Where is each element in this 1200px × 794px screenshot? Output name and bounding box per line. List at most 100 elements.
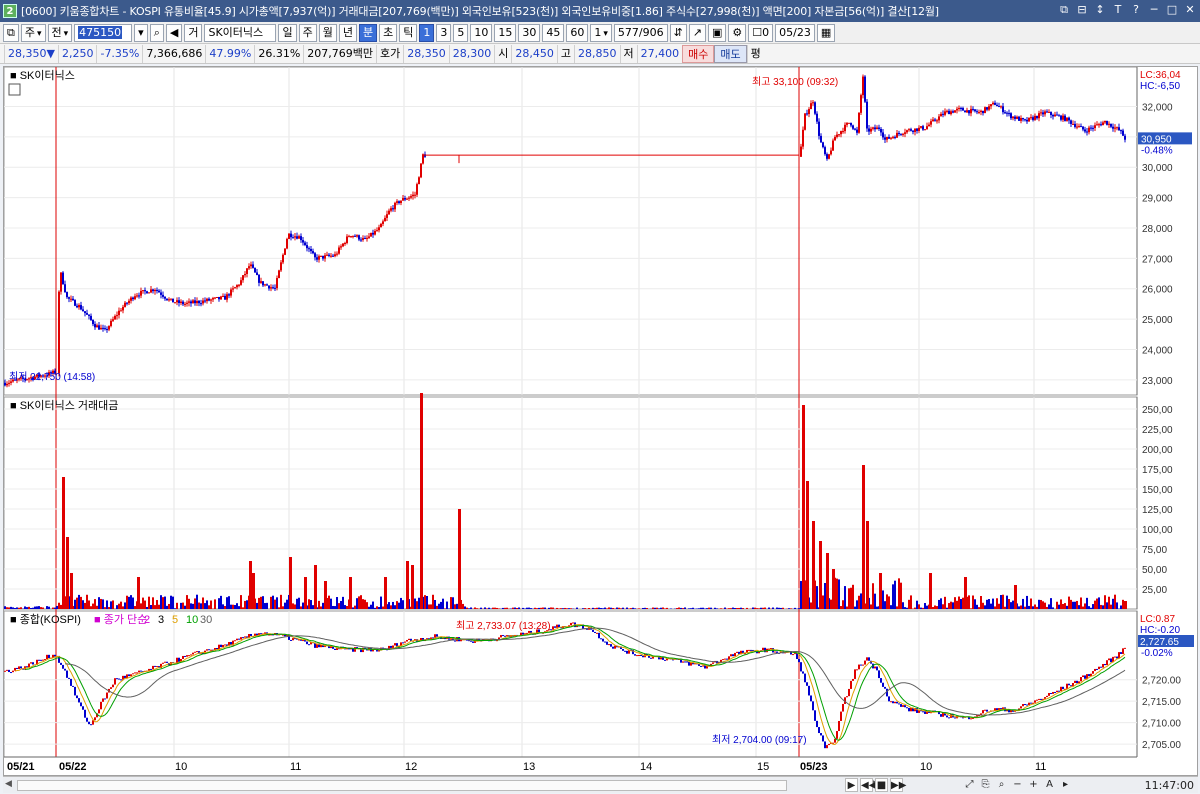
layout-icon[interactable]: ⧉ <box>1058 3 1070 17</box>
amount-bar <box>706 608 708 609</box>
date-input[interactable]: 05/23 <box>775 23 815 42</box>
chart-canvas[interactable]: 32,00031,00030,00029,00028,00027,00026,0… <box>4 67 1197 775</box>
price-candle <box>1080 126 1082 128</box>
search-icon[interactable]: ⌕ <box>149 23 164 42</box>
price-y-tick: 24,000 <box>1142 345 1173 356</box>
price-candle <box>1046 111 1048 113</box>
amount-bar <box>496 607 498 609</box>
zoom-in-icon[interactable]: + <box>1027 778 1040 792</box>
stock-name-field[interactable]: SK이터닉스 <box>204 23 277 42</box>
help-icon[interactable]: ? <box>1130 3 1142 17</box>
maximize-icon[interactable]: □ <box>1166 3 1178 17</box>
interval-1[interactable]: 1 <box>419 23 435 42</box>
amount-bar <box>8 607 10 609</box>
prev-select[interactable]: 전 <box>47 23 73 42</box>
price-candle <box>94 324 96 328</box>
price-y-tick: 23,000 <box>1142 376 1173 387</box>
index-candle <box>734 652 736 657</box>
gear-icon[interactable]: ⚙ <box>728 23 747 42</box>
save-icon[interactable]: ▣ <box>708 23 727 42</box>
scroll-thumb[interactable] <box>17 780 787 791</box>
period-tick[interactable]: 틱 <box>399 23 418 42</box>
interval-30[interactable]: 30 <box>518 23 541 42</box>
amount-bar <box>528 607 530 609</box>
speaker-icon[interactable]: ◀ <box>165 23 183 42</box>
price-candle <box>1122 130 1124 136</box>
index-candle <box>852 678 854 681</box>
open-label: 시 <box>494 44 511 63</box>
price-candle <box>280 262 282 271</box>
index-candle <box>882 682 884 687</box>
interval-select[interactable]: 1 <box>590 23 612 42</box>
amount-bar <box>874 593 876 609</box>
price-candle <box>946 110 948 112</box>
close-icon[interactable]: ✕ <box>1184 3 1196 17</box>
index-candle <box>164 661 166 663</box>
interval-5[interactable]: 5 <box>453 23 469 42</box>
name-prefix[interactable]: 거 <box>184 23 203 42</box>
amount-bar <box>470 607 472 609</box>
chart-line-icon[interactable]: ↗ <box>688 23 707 42</box>
index-candle <box>638 654 640 656</box>
price-candle <box>908 129 910 131</box>
resize-icon[interactable]: ↕ <box>1094 3 1106 17</box>
price-candle <box>926 126 928 130</box>
interval-45[interactable]: 45 <box>542 23 565 42</box>
index-candle <box>1124 647 1126 649</box>
index-candle <box>890 701 892 703</box>
amount-bar <box>622 607 624 609</box>
amount-bar <box>772 607 774 609</box>
rewind-icon[interactable]: ◀◀ <box>860 778 876 792</box>
count-input[interactable]: 577/906 <box>613 23 668 42</box>
zoom-fit-icon[interactable]: ⤢ <box>963 778 976 792</box>
index-candle <box>1080 677 1082 682</box>
indicator-icon[interactable]: ⇵ <box>669 23 687 42</box>
checkbox-zero[interactable]: ☐0 <box>748 23 774 42</box>
period-year[interactable]: 년 <box>338 23 357 42</box>
index-candle <box>1058 690 1060 692</box>
interval-60[interactable]: 60 <box>566 23 589 42</box>
scroll-end-icon[interactable]: ▸ <box>1059 778 1072 792</box>
index-high-note: 최고 2,733.07 (13:28) <box>456 620 551 632</box>
period-month[interactable]: 월 <box>318 23 337 42</box>
amount-bar <box>414 598 416 609</box>
stop-icon[interactable]: ■ <box>875 778 888 792</box>
split-icon[interactable]: ⊟ <box>1076 3 1088 17</box>
text-icon[interactable]: A <box>1043 778 1056 792</box>
stock-code-input[interactable]: 475150 <box>74 23 133 42</box>
open-icon[interactable]: ⧉ <box>3 23 19 42</box>
type-select[interactable]: 주 <box>20 23 46 42</box>
interval-10[interactable]: 10 <box>470 23 493 42</box>
period-second[interactable]: 초 <box>379 23 398 42</box>
copy-icon[interactable]: ⎘ <box>979 778 992 792</box>
period-minute[interactable]: 분 <box>358 23 378 42</box>
sell-button[interactable]: 매도 <box>714 44 747 63</box>
amount-bar <box>656 607 658 609</box>
minimize-icon[interactable]: ─ <box>1148 3 1160 17</box>
amount-bar <box>1052 607 1054 609</box>
period-day[interactable]: 일 <box>278 23 297 42</box>
eval-button[interactable]: 평 <box>746 44 764 63</box>
amount-bar <box>730 608 732 609</box>
code-dropdown-icon[interactable]: ▾ <box>134 23 148 42</box>
interval-15[interactable]: 15 <box>494 23 517 42</box>
zoom-icon[interactable]: ⌕ <box>995 778 1008 792</box>
amount-bar <box>552 607 554 609</box>
play-icon[interactable]: ▶ <box>845 778 858 792</box>
price-candle <box>900 133 902 135</box>
calendar-icon[interactable]: ▦ <box>816 23 836 42</box>
price-candle <box>404 198 406 200</box>
price-candle <box>1024 119 1026 121</box>
price-candle <box>1066 117 1068 121</box>
font-icon[interactable]: T <box>1112 3 1124 17</box>
interval-3[interactable]: 3 <box>436 23 452 42</box>
amount-bar <box>876 606 878 609</box>
chart-scrollbar[interactable]: ◀ ▶ ▶ ◀◀ ■ ▶▶ ⤢ ⎘ ⌕ − + A ▸ 11:47:00 <box>3 776 1198 793</box>
scroll-left-icon[interactable]: ◀ <box>5 779 12 789</box>
buy-button[interactable]: 매수 <box>682 44 715 63</box>
period-week[interactable]: 주 <box>298 23 317 42</box>
forward-icon[interactable]: ▶▶ <box>890 778 906 792</box>
amount-bar <box>436 605 438 609</box>
chart-area[interactable]: 32,00031,00030,00029,00028,00027,00026,0… <box>3 66 1198 776</box>
zoom-out-icon[interactable]: − <box>1011 778 1024 792</box>
